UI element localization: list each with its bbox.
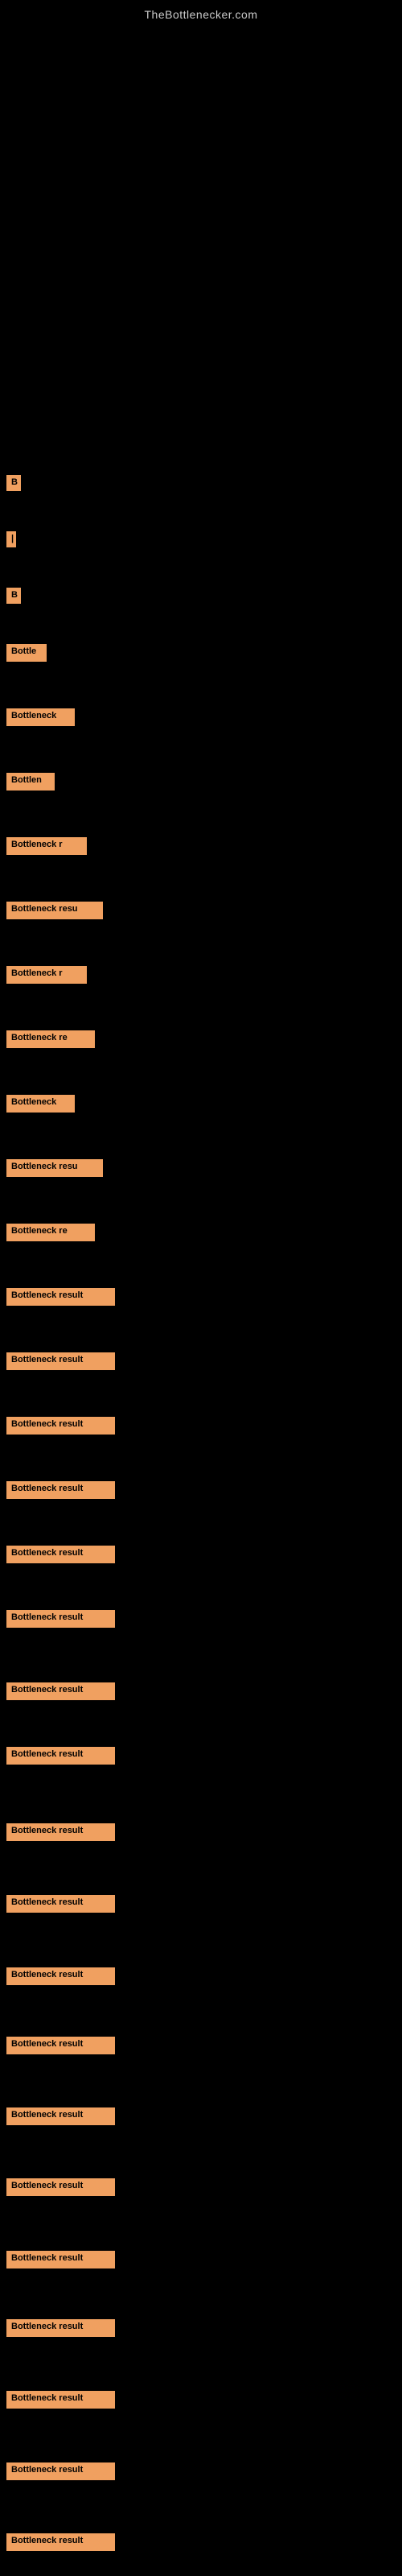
bottleneck-result-badge: Bottleneck result [6, 2533, 115, 2551]
bottleneck-result-badge: Bottleneck r [6, 837, 87, 855]
bottleneck-result-badge: Bottleneck result [6, 1417, 115, 1435]
bottleneck-result-badge: | [6, 531, 16, 547]
bottleneck-result-badge: B [6, 475, 21, 491]
bottleneck-result-badge: Bottleneck result [6, 2037, 115, 2054]
bottleneck-result-badge: Bottleneck re [6, 1030, 95, 1048]
bottleneck-result-badge: Bottleneck [6, 1095, 75, 1113]
bottleneck-result-badge: Bottleneck [6, 708, 75, 726]
bottleneck-result-badge: Bottle [6, 644, 47, 662]
bottleneck-result-badge: Bottleneck result [6, 2178, 115, 2196]
bottleneck-result-badge: Bottleneck result [6, 2319, 115, 2337]
bottleneck-result-badge: Bottleneck result [6, 2462, 115, 2480]
bottleneck-result-badge: Bottleneck resu [6, 902, 103, 919]
bottleneck-result-badge: Bottleneck result [6, 1967, 115, 1985]
bottleneck-result-badge: Bottleneck result [6, 2107, 115, 2125]
bottleneck-result-badge: Bottleneck result [6, 1288, 115, 1306]
bottleneck-result-badge: Bottlen [6, 773, 55, 791]
bottleneck-result-badge: Bottleneck result [6, 2251, 115, 2268]
bottleneck-result-badge: Bottleneck result [6, 1481, 115, 1499]
bottleneck-result-badge: Bottleneck result [6, 2391, 115, 2409]
bottleneck-result-badge: Bottleneck result [6, 1610, 115, 1628]
bottleneck-result-badge: Bottleneck result [6, 1895, 115, 1913]
bottleneck-result-badge: Bottleneck resu [6, 1159, 103, 1177]
bottleneck-result-badge: Bottleneck result [6, 1823, 115, 1841]
bottleneck-result-badge: Bottleneck result [6, 1682, 115, 1700]
bottleneck-result-badge: Bottleneck result [6, 1546, 115, 1563]
bottleneck-result-badge: Bottleneck result [6, 1747, 115, 1765]
bottleneck-result-badge: Bottleneck re [6, 1224, 95, 1241]
site-title: TheBottlenecker.com [0, 0, 402, 21]
bottleneck-result-badge: B [6, 588, 21, 604]
bottleneck-result-badge: Bottleneck result [6, 1352, 115, 1370]
bottleneck-result-badge: Bottleneck r [6, 966, 87, 984]
